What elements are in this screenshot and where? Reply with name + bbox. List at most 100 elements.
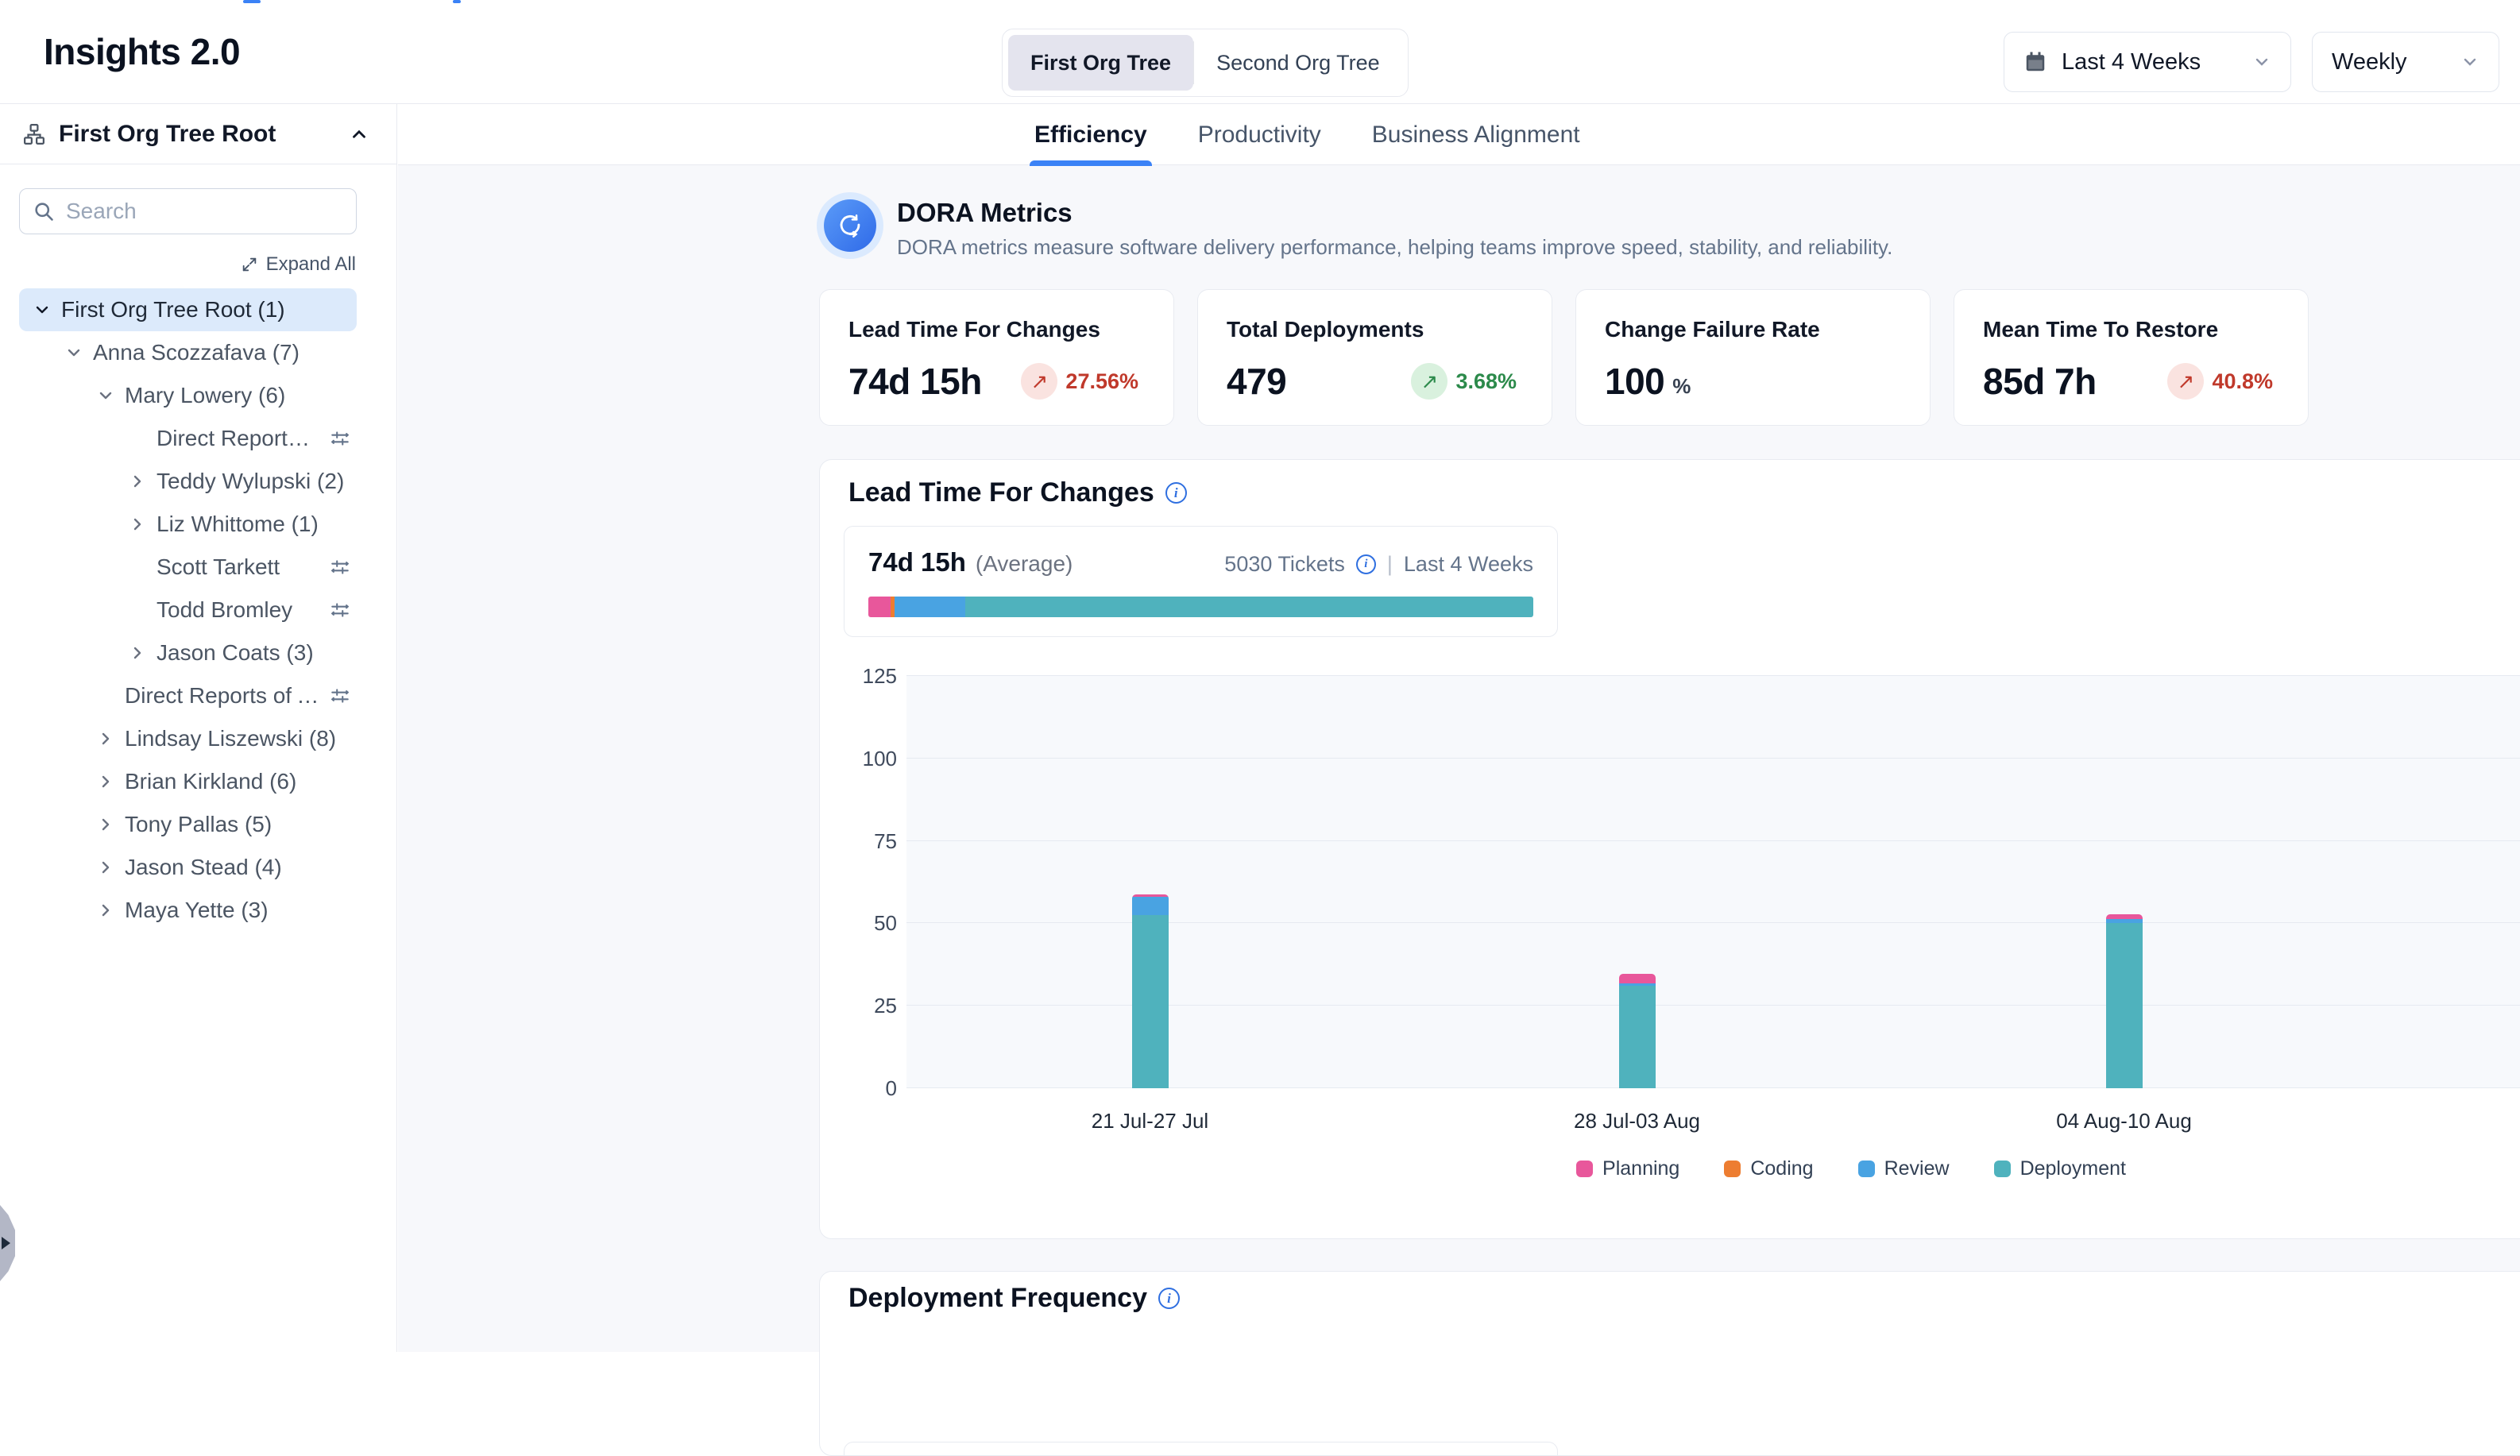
tree-item-label: Tony Pallas (5) [125, 812, 272, 837]
sliders-icon[interactable] [330, 600, 350, 620]
sliders-icon[interactable] [330, 428, 350, 449]
expand-all-button[interactable]: Expand All [241, 253, 356, 276]
sliders-icon[interactable] [330, 686, 350, 706]
tree-item[interactable]: Teddy Wylupski (2) [19, 460, 357, 503]
tree-item-label: Liz Whittome (1) [157, 512, 319, 537]
chevron-right-icon[interactable] [96, 902, 115, 919]
y-axis-tick-label: 25 [841, 994, 897, 1018]
chevron-down-icon[interactable] [64, 344, 83, 361]
dora-section-subtitle: DORA metrics measure software delivery p… [897, 235, 1892, 260]
tree-item-label: Lindsay Liszewski (8) [125, 726, 336, 751]
tree-item[interactable]: Mary Lowery (6) [19, 374, 357, 417]
metric-card-value: 85d 7h [1983, 360, 2097, 403]
metric-card-value: 74d 15h [848, 360, 982, 403]
legend-item-deployment: Deployment [1994, 1157, 2126, 1180]
tabs-row: Efficiency Productivity Business Alignment [398, 104, 2520, 165]
tree-item[interactable]: Direct Reports ... [19, 417, 357, 460]
chart-bar[interactable] [2106, 914, 2143, 1088]
tree-item-label: Brian Kirkland (6) [125, 769, 296, 794]
tree-item-label: Direct Reports of A... [125, 683, 320, 709]
tree-item[interactable]: Brian Kirkland (6) [19, 760, 357, 803]
average-summary-card: 74d 15h (Average) 5030 Tickets i | Last … [844, 526, 1558, 637]
legend-item-review: Review [1858, 1157, 1950, 1180]
org-tree: First Org Tree Root (1) Anna Scozzafava (… [19, 288, 357, 932]
tree-item[interactable]: Direct Reports of A... [19, 674, 357, 717]
tree-item[interactable]: First Org Tree Root (1) [19, 288, 357, 331]
org-chart-icon [22, 122, 46, 146]
tree-item[interactable]: Jason Coats (3) [19, 631, 357, 674]
bar-segment-review [1132, 897, 1169, 915]
main-panel: Efficiency Productivity Business Alignment… [398, 104, 2520, 1352]
legend-swatch [1858, 1161, 1875, 1177]
app-title: Insights 2.0 [44, 30, 240, 73]
bar-segment-deployment [1619, 986, 1656, 1088]
tree-item[interactable]: Tony Pallas (5) [19, 803, 357, 846]
org-toggle-second-org-tree[interactable]: Second Org Tree [1194, 35, 1402, 91]
lead-time-card: Lead Time For Changes i View Breakdown 7… [819, 459, 2520, 1239]
sliders-icon[interactable] [330, 557, 350, 577]
average-period: Last 4 Weeks [1404, 552, 1533, 577]
tree-item[interactable]: Anna Scozzafava (7) [19, 331, 357, 374]
avg-segment-planning [868, 597, 891, 617]
date-range-select[interactable]: Last 4 Weeks [2004, 32, 2291, 92]
tree-item-label: Maya Yette (3) [125, 898, 269, 923]
search-input[interactable] [66, 199, 343, 224]
org-toggle-first-org-tree[interactable]: First Org Tree [1008, 35, 1193, 91]
trend-percentage: 3.68% [1455, 369, 1517, 394]
sidebar-title: First Org Tree Root [59, 121, 276, 148]
y-axis-tick-label: 125 [841, 664, 897, 689]
chevron-down-icon[interactable] [33, 301, 52, 319]
metric-card-value-row: 85d 7h↗40.8% [1983, 360, 2279, 403]
metric-card-total-deployments: Total Deployments479↗3.68% [1197, 289, 1552, 426]
tree-item[interactable]: Lindsay Liszewski (8) [19, 717, 357, 760]
info-icon[interactable]: i [1158, 1288, 1180, 1309]
chevron-right-icon[interactable] [128, 644, 147, 662]
tab-productivity[interactable]: Productivity [1193, 104, 1326, 165]
chevron-right-icon[interactable] [96, 773, 115, 790]
collapse-sidebar-icon[interactable] [349, 124, 369, 145]
chevron-down-icon [2460, 52, 2479, 71]
tree-item[interactable]: Todd Bromley [19, 589, 357, 631]
tree-item-label: First Org Tree Root (1) [61, 297, 285, 322]
bar-segment-planning [1619, 974, 1656, 983]
chart-gridline [906, 840, 2520, 841]
metric-card-title: Lead Time For Changes [848, 317, 1145, 342]
tree-item[interactable]: Scott Tarkett [19, 546, 357, 589]
date-range-value: Last 4 Weeks [2062, 49, 2201, 75]
chevron-down-icon[interactable] [96, 387, 115, 404]
tree-item-label: Jason Coats (3) [157, 640, 314, 666]
metric-card-value: 100 [1605, 360, 1664, 403]
search-icon [33, 200, 55, 222]
average-value: 74d 15h [868, 547, 966, 577]
chevron-right-icon[interactable] [96, 816, 115, 833]
y-axis-tick-label: 75 [841, 829, 897, 854]
chart-bar[interactable] [1619, 974, 1656, 1088]
info-icon[interactable]: i [1165, 482, 1187, 504]
legend-item-planning: Planning [1576, 1157, 1679, 1180]
tree-item[interactable]: Jason Stead (4) [19, 846, 357, 889]
dora-metrics-icon [824, 199, 876, 252]
legend-label: Deployment [2020, 1157, 2126, 1180]
legend-swatch [1724, 1161, 1741, 1177]
tree-item[interactable]: Liz Whittome (1) [19, 503, 357, 546]
tab-efficiency[interactable]: Efficiency [1030, 104, 1152, 165]
trend-percentage: 27.56% [1065, 369, 1138, 394]
metric-card-value-row: 479↗3.68% [1227, 360, 1523, 403]
metric-card-unit: % [1672, 374, 1691, 399]
info-icon[interactable]: i [1356, 554, 1376, 574]
chevron-right-icon[interactable] [128, 516, 147, 533]
chevron-right-icon[interactable] [96, 730, 115, 747]
org-tree-toggle: First Org TreeSecond Org Tree [1002, 29, 1409, 97]
deployment-frequency-summary-card [844, 1442, 1558, 1456]
legend-swatch [1994, 1161, 2011, 1177]
tab-business-alignment[interactable]: Business Alignment [1367, 104, 1585, 165]
metric-card-title: Mean Time To Restore [1983, 317, 2279, 342]
bar-segment-deployment [1132, 915, 1169, 1088]
chart-gridline [906, 758, 2520, 759]
chevron-right-icon[interactable] [96, 859, 115, 876]
chevron-right-icon[interactable] [128, 473, 147, 490]
tree-item[interactable]: Maya Yette (3) [19, 889, 357, 932]
chart-bar[interactable] [1132, 894, 1169, 1088]
expand-all-icon [241, 256, 258, 273]
granularity-select[interactable]: Weekly [2312, 32, 2499, 92]
